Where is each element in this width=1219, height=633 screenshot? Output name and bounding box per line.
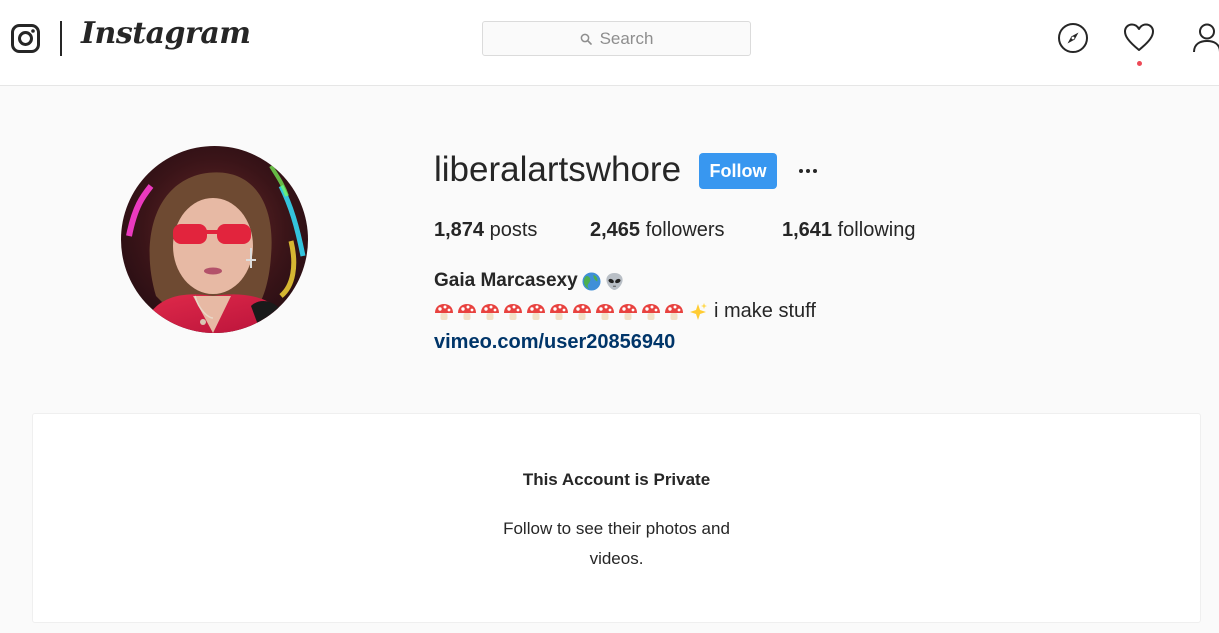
mushroom-emoji-icon	[504, 303, 522, 320]
mushroom-emoji-row	[434, 302, 684, 322]
mushroom-emoji-icon	[573, 303, 591, 320]
alien-emoji-icon	[606, 272, 623, 290]
posts-stat: 1,874 posts	[434, 219, 537, 242]
profile-full-name: Gaia Marcasexy	[434, 270, 624, 292]
search-input[interactable]: Search	[482, 21, 751, 56]
search-icon	[580, 33, 592, 45]
private-account-title: This Account is Private	[522, 470, 711, 489]
globe-emoji-icon	[582, 271, 601, 291]
bio-text: i make stuff	[714, 300, 816, 322]
profile-bio: i make stuff	[434, 300, 816, 323]
top-navigation-bar: Instagram Search	[0, 0, 1219, 86]
followers-label: followers	[645, 219, 725, 241]
mushroom-emoji-icon	[550, 303, 568, 320]
mushroom-emoji-icon	[458, 303, 476, 320]
follow-button[interactable]: Follow	[699, 153, 777, 189]
person-icon[interactable]	[1190, 21, 1219, 55]
full-name-text: Gaia Marcasexy	[434, 270, 578, 291]
following-stat[interactable]: 1,641 following	[782, 219, 915, 242]
mushroom-emoji-icon	[527, 303, 545, 320]
following-label: following	[837, 219, 916, 241]
more-options-icon[interactable]	[795, 158, 821, 184]
mushroom-emoji-icon	[642, 303, 660, 320]
mushroom-emoji-icon	[665, 303, 683, 320]
posts-count: 1,874	[434, 219, 485, 241]
notification-dot	[1137, 61, 1142, 66]
more-dot	[806, 169, 810, 173]
profile-username: liberalartswhore	[434, 150, 682, 189]
mushroom-emoji-icon	[619, 303, 637, 320]
following-count: 1,641	[782, 219, 833, 241]
sparkles-emoji-icon	[690, 302, 707, 320]
compass-icon[interactable]	[1056, 21, 1090, 55]
logo-divider	[60, 21, 62, 56]
more-dot	[799, 169, 803, 173]
more-dot	[813, 169, 817, 173]
search-placeholder: Search	[599, 28, 654, 48]
profile-website-link[interactable]: vimeo.com/user20856940	[434, 331, 675, 354]
posts-label: posts	[489, 219, 538, 241]
heart-icon[interactable]	[1122, 21, 1156, 55]
avatar[interactable]	[121, 146, 308, 333]
mushroom-emoji-icon	[596, 303, 614, 320]
private-account-subtitle: Follow to see their photos and videos.	[503, 519, 730, 568]
mushroom-emoji-icon	[481, 303, 499, 320]
private-account-card: This Account is Private Follow to see th…	[32, 413, 1201, 623]
followers-stat[interactable]: 2,465 followers	[590, 219, 725, 242]
instagram-glyph-icon[interactable]	[11, 24, 40, 53]
mushroom-emoji-icon	[435, 303, 453, 320]
followers-count: 2,465	[590, 219, 641, 241]
instagram-wordmark[interactable]: Instagram	[81, 16, 251, 51]
